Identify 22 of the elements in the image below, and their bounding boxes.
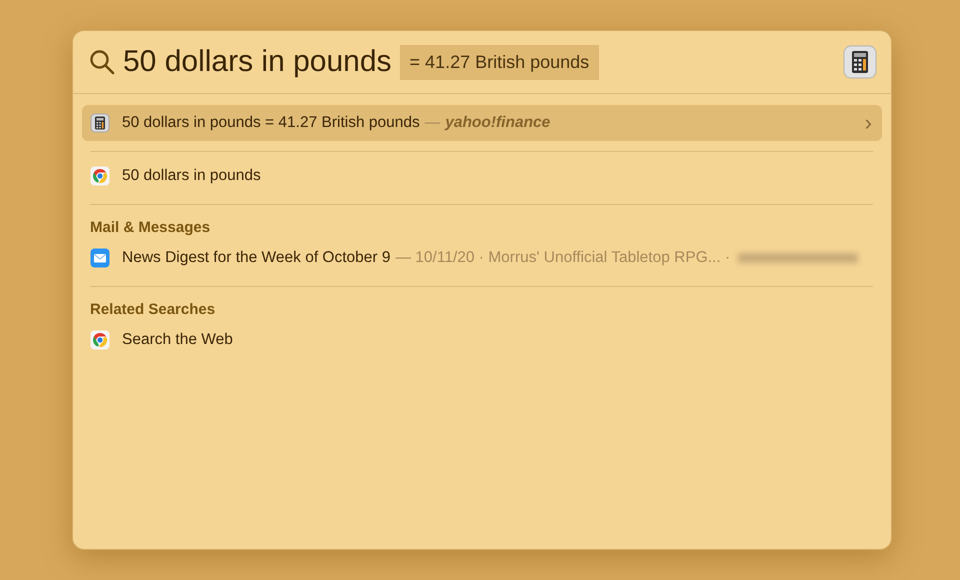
result-row[interactable]: 50 dollars in pounds <box>82 158 882 194</box>
result-row[interactable]: Search the Web <box>82 322 882 358</box>
result-row[interactable]: News Digest for the Week of October 9 — 10/11/20 · Morrus' Unofficial Tabletop RPG... · <box>82 240 882 276</box>
browser-icon <box>90 330 110 350</box>
result-row[interactable]: 50 dollars in pounds = 41.27 British pounds — yahoo!finance › <box>82 105 882 141</box>
result-title: News Digest for the Week of October 9 <box>122 249 390 267</box>
search-completion: = 41.27 British pounds <box>400 44 600 80</box>
section-header: Related Searches <box>89 300 216 320</box>
mail-icon <box>90 248 110 268</box>
calculator-icon <box>90 113 110 133</box>
search-icon <box>89 49 115 75</box>
result-title: 50 dollars in pounds = 41.27 British pounds <box>122 114 420 132</box>
result-detail: — 10/11/20 · Morrus' Unofficial Tabletop RPG... · <box>396 249 730 267</box>
result-title: 50 dollars in pounds <box>122 167 261 185</box>
browser-icon <box>90 166 110 186</box>
result-title: Search the Web <box>122 331 233 349</box>
calculator-icon[interactable] <box>843 45 877 79</box>
section-header: Mail & Messages <box>89 218 212 238</box>
chevron-icon: › <box>864 112 872 134</box>
result-detail: — <box>424 114 440 132</box>
search-query[interactable]: 50 dollars in pounds <box>123 45 392 79</box>
source-logo: yahoo!finance <box>445 114 552 132</box>
